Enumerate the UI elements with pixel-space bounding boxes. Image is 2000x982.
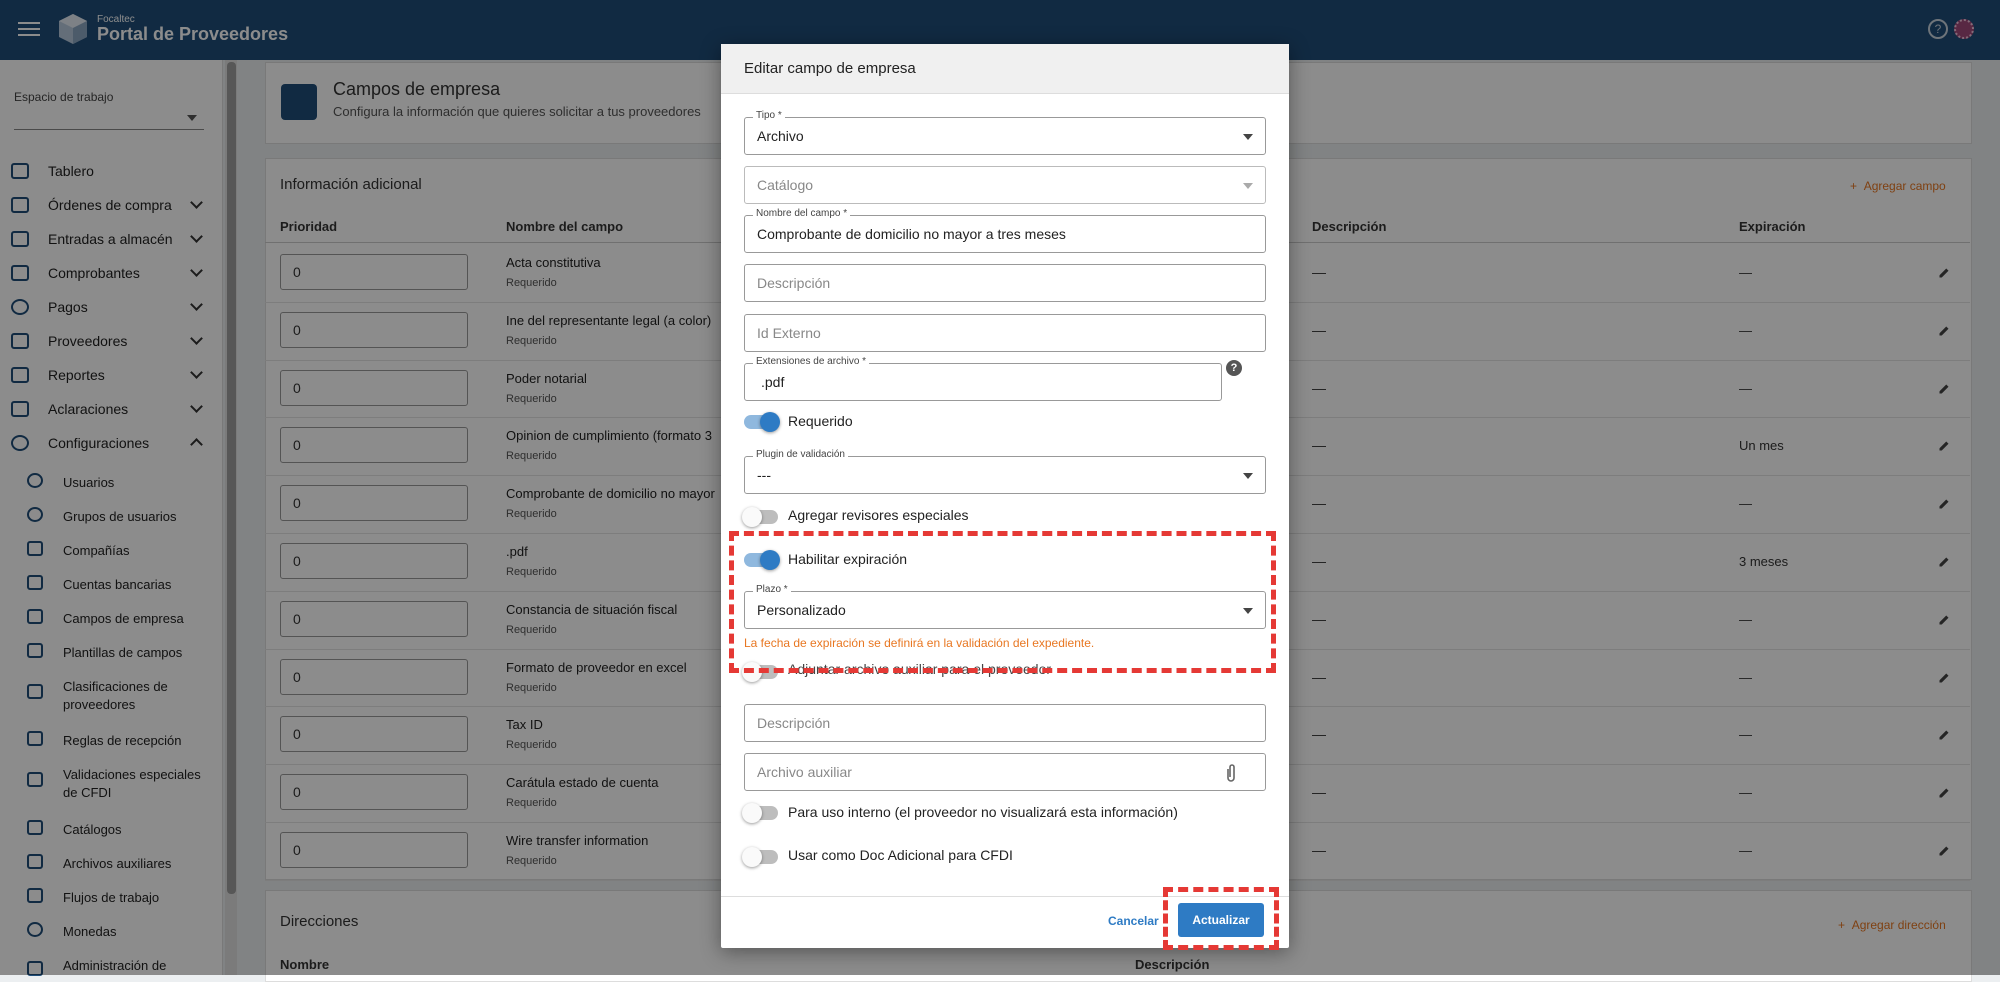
nombre-value: Comprobante de domicilio no mayor a tres… bbox=[757, 226, 1066, 242]
edit-field-dialog: Editar campo de empresa Tipo * Archivo C… bbox=[721, 44, 1289, 948]
extensiones-value: .pdf bbox=[761, 374, 785, 390]
requerido-toggle[interactable] bbox=[744, 412, 780, 432]
id-externo-placeholder: Id Externo bbox=[757, 325, 821, 341]
plugin-select[interactable]: Plugin de validación --- bbox=[744, 449, 1266, 494]
toggle-knob bbox=[760, 412, 780, 432]
plugin-label: Plugin de validación bbox=[753, 449, 848, 460]
descripcion-placeholder: Descripción bbox=[757, 275, 831, 291]
extensiones-field[interactable]: Extensiones de archivo * .pdf bbox=[744, 356, 1222, 401]
requerido-label: Requerido bbox=[788, 413, 853, 429]
doc-adicional-toggle[interactable] bbox=[742, 847, 778, 867]
archivo-auxiliar-placeholder: Archivo auxiliar bbox=[757, 764, 852, 780]
dialog-header: Editar campo de empresa bbox=[721, 44, 1289, 94]
catalogo-placeholder: Catálogo bbox=[757, 177, 814, 193]
archivo-auxiliar-field[interactable]: Archivo auxiliar bbox=[744, 753, 1266, 791]
dialog-title: Editar campo de empresa bbox=[744, 60, 916, 77]
help-icon[interactable]: ? bbox=[1226, 360, 1242, 376]
catalogo-select[interactable]: Catálogo bbox=[744, 166, 1266, 204]
tipo-select[interactable]: Tipo * Archivo bbox=[744, 110, 1266, 155]
update-button-highlight bbox=[1163, 887, 1279, 950]
expiration-highlight bbox=[729, 531, 1276, 673]
uso-interno-toggle[interactable] bbox=[742, 803, 778, 823]
nombre-label: Nombre del campo * bbox=[753, 208, 851, 219]
revisores-label: Agregar revisores especiales bbox=[788, 507, 969, 523]
tipo-label: Tipo * bbox=[753, 110, 785, 121]
id-externo-field[interactable]: Id Externo bbox=[744, 314, 1266, 352]
extensiones-label: Extensiones de archivo * bbox=[753, 356, 870, 367]
chevron-down-icon bbox=[1243, 183, 1253, 189]
toggle-knob bbox=[742, 847, 762, 867]
doc-adicional-label: Usar como Doc Adicional para CFDI bbox=[788, 847, 1013, 863]
attach-icon[interactable] bbox=[1225, 763, 1237, 783]
chevron-down-icon bbox=[1243, 134, 1253, 140]
plugin-value: --- bbox=[757, 467, 771, 483]
uso-interno-label: Para uso interno (el proveedor no visual… bbox=[788, 804, 1178, 820]
toggle-knob bbox=[742, 507, 762, 527]
descripcion-auxiliar-placeholder: Descripción bbox=[757, 715, 831, 731]
descripcion-auxiliar-field[interactable]: Descripción bbox=[744, 704, 1266, 742]
revisores-toggle[interactable] bbox=[742, 507, 778, 527]
chevron-down-icon bbox=[1243, 473, 1253, 479]
descripcion-field[interactable]: Descripción bbox=[744, 264, 1266, 302]
nombre-field[interactable]: Nombre del campo * Comprobante de domici… bbox=[744, 208, 1266, 253]
tipo-value: Archivo bbox=[757, 128, 804, 144]
toggle-knob bbox=[742, 803, 762, 823]
cancel-button[interactable]: Cancelar bbox=[1108, 914, 1159, 928]
